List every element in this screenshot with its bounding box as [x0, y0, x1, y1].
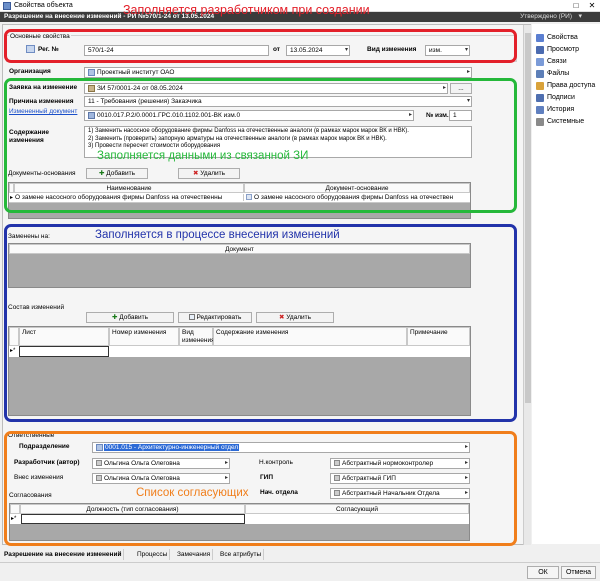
chevron-right-icon[interactable]: ▸	[467, 68, 470, 77]
organization-value: Проектный институт ОАО	[97, 69, 175, 76]
sidebar-item-label: Связи	[547, 58, 567, 65]
annotation-red-text: Заполняется разработчиком при создании	[123, 3, 370, 17]
annotation-blue-text: Заполняется в процессе внесения изменени…	[95, 229, 340, 241]
right-sidebar: Свойства Просмотр Связи Файлы Права дост…	[532, 24, 600, 544]
sidebar-item-label: Свойства	[547, 34, 578, 41]
ok-button[interactable]: ОК	[527, 566, 559, 579]
maximize-icon[interactable]: □	[568, 0, 584, 12]
tab-remarks[interactable]: Замечания	[175, 549, 214, 560]
links-icon	[536, 57, 544, 66]
tab-change-permission[interactable]: Разрешение на внесение изменений	[2, 549, 125, 560]
properties-icon	[536, 33, 544, 42]
organization-label: Организация	[9, 68, 51, 75]
sidebar-item-history[interactable]: История	[536, 104, 574, 115]
organization-select[interactable]: Проектный институт ОАО ▸	[84, 67, 472, 78]
dialog-footer: ОК Отмена	[0, 562, 600, 581]
sidebar-item-label: Права доступа	[547, 82, 596, 89]
organization-icon	[88, 68, 95, 76]
close-icon[interactable]: ✕	[584, 0, 600, 12]
sidebar-item-label: Подписи	[547, 94, 575, 101]
annotation-blue-box	[4, 224, 517, 422]
annotation-green-text: Заполняется данными из связанной ЗИ	[97, 150, 309, 162]
scrollbar-thumb[interactable]	[525, 33, 531, 403]
sidebar-item-label: Просмотр	[547, 46, 579, 53]
system-icon	[536, 117, 544, 126]
sidebar-item-access[interactable]: Права доступа	[536, 80, 595, 91]
window-title: Свойства объекта	[14, 2, 73, 9]
sidebar-item-label: История	[547, 106, 575, 113]
files-icon	[536, 69, 544, 78]
sidebar-item-signatures[interactable]: Подписи	[536, 92, 575, 103]
cancel-button[interactable]: Отмена	[561, 566, 596, 579]
sidebar-item-properties[interactable]: Свойства	[536, 32, 578, 43]
chevron-down-icon[interactable]: ▾	[578, 12, 582, 20]
sidebar-item-system[interactable]: Системные	[536, 116, 584, 127]
tab-all-attributes[interactable]: Все атрибуты	[218, 549, 265, 560]
app-icon	[3, 2, 11, 10]
sidebar-item-links[interactable]: Связи	[536, 56, 567, 67]
view-icon	[536, 45, 544, 54]
sidebar-item-view[interactable]: Просмотр	[536, 44, 579, 55]
sidebar-item-files[interactable]: Файлы	[536, 68, 569, 79]
annotation-green-box	[4, 78, 517, 213]
access-icon	[536, 81, 544, 90]
annotation-orange-text: Список согласующих	[136, 487, 249, 499]
annotation-orange-box	[4, 431, 517, 546]
sidebar-item-label: Системные	[547, 118, 585, 125]
status-badge[interactable]: Утверждено (РИ)	[520, 13, 572, 20]
sidebar-item-label: Файлы	[547, 70, 570, 77]
history-icon	[536, 105, 544, 114]
signatures-icon	[536, 93, 544, 102]
vertical-scrollbar[interactable]	[523, 25, 531, 545]
annotation-red-box	[4, 29, 517, 63]
tab-processes[interactable]: Процессы	[135, 549, 171, 560]
